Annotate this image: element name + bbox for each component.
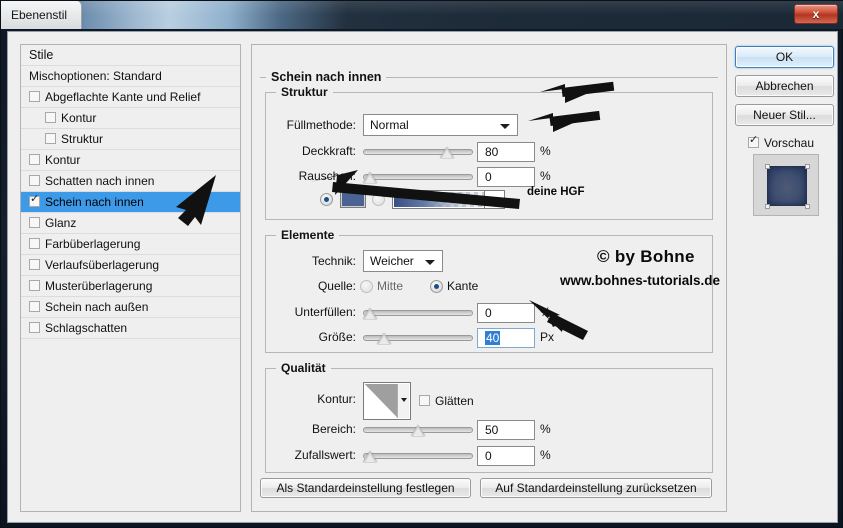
annotation-arrow-layer	[0, 0, 843, 528]
annotation-website: www.bohnes-tutorials.de	[560, 273, 720, 288]
screen-root: Ebenenstil x Stile Mischoptionen: Standa…	[0, 0, 843, 528]
annotation-copyright: © by Bohne	[597, 247, 695, 267]
annotation-arrow-size	[529, 300, 588, 340]
annotation-arrow-colorswatch	[310, 170, 520, 209]
annotation-hgf-note: deine HGF	[527, 186, 585, 198]
annotation-arrow-fillmethod	[540, 82, 614, 103]
annotation-arrow-sidebar	[176, 175, 216, 226]
annotation-arrow-opacity	[528, 111, 600, 132]
